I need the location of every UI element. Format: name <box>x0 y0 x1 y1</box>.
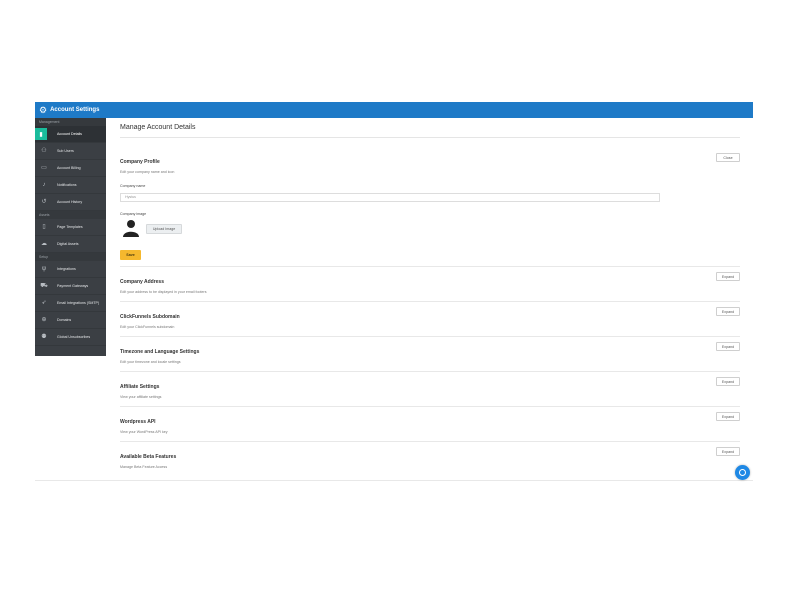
beta-features-subtitle: Manage Beta Feature Access <box>120 465 168 469</box>
sidebar-item-label: Digital Assets <box>57 242 79 246</box>
affiliate-subtitle: View your affiliate settings <box>120 395 162 399</box>
sidebar-item-label: Account History <box>57 200 83 204</box>
sidebar-item-account-history[interactable]: ↺ Account History <box>35 194 106 211</box>
sidebar-item-email-integrations[interactable]: ➶ Email Integrations (SMTP) <box>35 295 106 312</box>
sidebar-item-label: Domains <box>57 318 72 322</box>
user-minus-icon: ⚉ <box>41 334 47 340</box>
subdomain-title: ClickFunnels Subdomain <box>120 314 180 320</box>
page-bottom-divider <box>35 480 753 481</box>
sidebar-item-notifications[interactable]: ♪ Notifications <box>35 177 106 194</box>
company-address-subtitle: Edit your address to be displayed in you… <box>120 290 207 294</box>
avatar-placeholder-icon <box>123 220 139 237</box>
chat-support-button[interactable] <box>735 465 750 480</box>
wordpress-api-subtitle: View your WordPress API key <box>120 430 168 434</box>
chat-icon <box>739 469 746 476</box>
company-address-title: Company Address <box>120 279 164 285</box>
header-title: Account Settings <box>50 107 100 113</box>
page-title: Manage Account Details <box>120 124 196 131</box>
sidebar-item-label: Account Billing <box>57 166 81 170</box>
sidebar-item-page-templates[interactable]: ▯ Page Templates <box>35 219 106 236</box>
cloud-icon: ☁ <box>41 241 47 247</box>
sidebar-item-label: Notifications <box>57 183 77 187</box>
sidebar-item-label: Payment Gateways <box>57 284 89 288</box>
sidebar-item-label: Integrations <box>57 267 76 271</box>
sidebar-item-label: Sub Users <box>57 149 74 153</box>
timezone-title: Timezone and Language Settings <box>120 349 200 355</box>
timezone-expand-button[interactable]: Expand <box>716 342 740 351</box>
company-address-expand-button[interactable]: Expand <box>716 272 740 281</box>
sidebar-item-label: Page Templates <box>57 225 83 229</box>
sidebar-item-payment-gateways[interactable]: ⛟ Payment Gateways <box>35 278 106 295</box>
sidebar-section-setup: Setup <box>35 253 106 261</box>
section-divider <box>120 301 740 302</box>
company-profile-subtitle: Edit your company name and icon <box>120 170 175 174</box>
sidebar-item-label: Account Details <box>57 132 82 136</box>
users-icon: ⚇ <box>41 148 47 154</box>
file-icon: ▯ <box>42 224 46 230</box>
wordpress-api-title: Wordpress API <box>120 419 156 425</box>
section-divider <box>120 406 740 407</box>
subdomain-subtitle: Edit your ClickFunnels subdomain <box>120 325 175 329</box>
section-divider <box>120 336 740 337</box>
sidebar-item-integrations[interactable]: ψ Integrations <box>35 261 106 278</box>
cart-icon: ⛟ <box>40 283 48 289</box>
sidebar-item-label: Global Unsubscribes <box>57 335 91 339</box>
wordpress-api-expand-button[interactable]: Expand <box>716 412 740 421</box>
title-divider <box>120 137 740 138</box>
sidebar-item-label: Email Integrations (SMTP) <box>57 301 100 305</box>
history-icon: ↺ <box>41 199 47 205</box>
bell-icon: ♪ <box>42 182 46 188</box>
main-content: Manage Account Details Company Profile E… <box>120 118 740 482</box>
sidebar-section-assets: Assets <box>35 211 106 219</box>
credit-card-icon: ▭ <box>41 165 47 171</box>
gear-icon: ⚙ <box>39 104 48 115</box>
affiliate-expand-button[interactable]: Expand <box>716 377 740 386</box>
sidebar-section-management: Management <box>35 118 106 126</box>
sidebar-item-account-billing[interactable]: ▭ Account Billing <box>35 160 106 177</box>
beta-features-title: Available Beta Features <box>120 454 177 460</box>
sidebar-item-global-unsubscribes[interactable]: ⚉ Global Unsubscribes <box>35 329 106 346</box>
company-profile-title: Company Profile <box>120 159 160 165</box>
company-name-label: Company name <box>120 184 146 188</box>
header-bar: ⚙ Account Settings <box>35 102 753 118</box>
paper-plane-icon: ➶ <box>41 300 47 306</box>
company-profile-close-button[interactable]: Close <box>716 153 740 162</box>
globe-icon: ⊕ <box>41 317 47 323</box>
company-image-label: Company image <box>120 212 147 216</box>
sidebar-item-account-details[interactable]: ▮ Account Details <box>35 126 106 143</box>
sidebar-item-digital-assets[interactable]: ☁ Digital Assets <box>35 236 106 253</box>
app-window: ⚙ Account Settings Management ▮ Account … <box>35 102 753 482</box>
plug-icon: ψ <box>41 266 47 272</box>
bookmark-icon: ▮ <box>35 128 47 140</box>
beta-features-expand-button[interactable]: Expand <box>716 447 740 456</box>
section-divider <box>120 371 740 372</box>
affiliate-title: Affiliate Settings <box>120 384 160 390</box>
subdomain-expand-button[interactable]: Expand <box>716 307 740 316</box>
sidebar-item-domains[interactable]: ⊕ Domains <box>35 312 106 329</box>
section-divider <box>120 266 740 267</box>
company-name-input[interactable]: Hystus <box>120 193 660 202</box>
sidebar-item-sub-users[interactable]: ⚇ Sub Users <box>35 143 106 160</box>
section-divider <box>120 441 740 442</box>
upload-image-button[interactable]: Upload Image <box>146 224 182 234</box>
sidebar: Management ▮ Account Details ⚇ Sub Users… <box>35 118 106 356</box>
save-button[interactable]: Save <box>120 250 141 260</box>
timezone-subtitle: Edit your timezone and locale settings <box>120 360 181 364</box>
